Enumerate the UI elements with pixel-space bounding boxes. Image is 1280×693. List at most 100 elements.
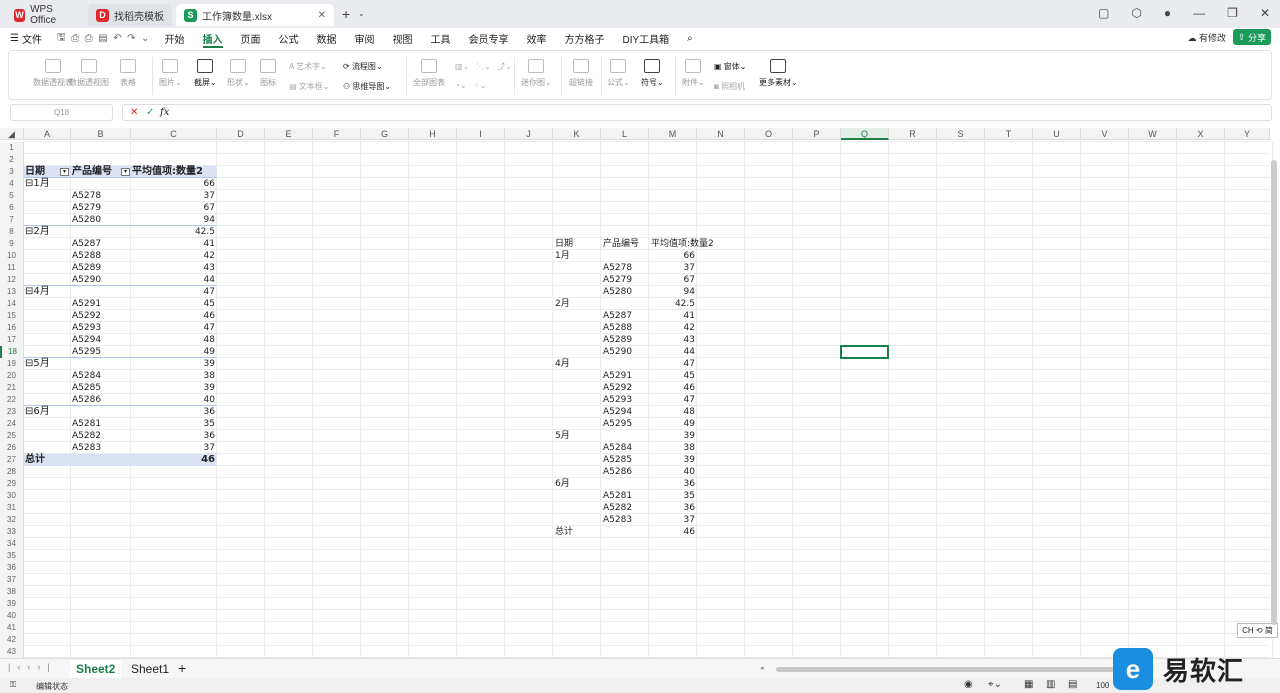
textbox-button[interactable]: ▤ 文本框⌄ — [289, 81, 329, 92]
column-header-n[interactable]: N — [697, 128, 745, 140]
row-header[interactable]: 24 — [0, 418, 24, 430]
cube-icon[interactable]: ⬡ — [1131, 6, 1141, 20]
filter-dropdown-icon[interactable]: ▾ — [60, 168, 69, 176]
column-header-g[interactable]: G — [361, 128, 409, 140]
pie-chart-icon[interactable]: ◔⌄ ⁘⌄ — [455, 81, 487, 90]
column-header-a[interactable]: A — [24, 128, 71, 140]
row-header[interactable]: 30 — [0, 490, 24, 502]
row-header[interactable]: 14 — [0, 298, 24, 310]
scroll-left-icon[interactable]: ◂ — [760, 664, 764, 672]
file-menu[interactable]: ☰ 文件 — [0, 28, 51, 48]
menu-view[interactable]: 视图 — [384, 28, 422, 48]
row-header[interactable]: 37 — [0, 574, 24, 586]
row-header[interactable]: 26 — [0, 442, 24, 454]
menu-diy-toolbox[interactable]: DIY工具箱 — [614, 28, 679, 48]
more-materials-button[interactable]: 更多素材⌄ — [759, 59, 798, 88]
column-header-e[interactable]: E — [265, 128, 313, 140]
row-header[interactable]: 43 — [0, 646, 24, 658]
menu-insert[interactable]: 插入 — [194, 28, 232, 48]
fx-icon[interactable]: fx — [160, 107, 169, 118]
select-all-corner[interactable]: ◢ — [0, 128, 24, 140]
tab-docer-template[interactable]: D 找稻壳模板 — [88, 4, 172, 26]
minimize-icon[interactable]: — — [1193, 6, 1205, 20]
row-header[interactable]: 4 — [0, 178, 24, 190]
hyperlink-button[interactable]: 超链接 — [569, 59, 593, 88]
column-header-o[interactable]: O — [745, 128, 793, 140]
print-preview-icon[interactable]: ▤ — [98, 33, 107, 44]
table-button[interactable]: 表格 — [120, 59, 136, 88]
page-layout-icon[interactable]: ▥ — [1046, 679, 1055, 690]
menu-tools[interactable]: 工具 — [422, 28, 460, 48]
icon-button[interactable]: 图标 — [260, 59, 276, 88]
sheet-tab-sheet1[interactable]: Sheet1 — [125, 660, 175, 678]
attachment-button[interactable]: 附件⌄ — [682, 59, 705, 88]
column-header-h[interactable]: H — [409, 128, 457, 140]
undo-icon[interactable]: ↶ — [113, 33, 121, 44]
tab-wps-office[interactable]: W WPS Office — [6, 4, 82, 26]
form-button[interactable]: ▣ 窗体⌄ — [714, 61, 746, 72]
row-header[interactable]: 27 — [0, 454, 24, 466]
cancel-icon[interactable]: ✕ — [130, 107, 138, 118]
new-tab-button[interactable]: + — [342, 6, 350, 22]
search-icon[interactable]: ⌕ — [678, 28, 702, 48]
column-header-v[interactable]: V — [1081, 128, 1129, 140]
column-header-b[interactable]: B — [71, 128, 131, 140]
row-header[interactable]: 22 — [0, 394, 24, 406]
add-sheet-button[interactable]: + — [178, 660, 186, 676]
sheet-nav-arrows-icon[interactable]: |‹‹›| — [8, 662, 57, 672]
row-header[interactable]: 39 — [0, 598, 24, 610]
vertical-scrollbar[interactable] — [1271, 148, 1277, 625]
menu-home[interactable]: 开始 — [156, 28, 194, 48]
row-header[interactable]: 34 — [0, 538, 24, 550]
menu-review[interactable]: 审阅 — [346, 28, 384, 48]
export-pdf-icon[interactable]: ⎙ — [71, 33, 79, 44]
sheet-tab-sheet2[interactable]: Sheet2 — [70, 660, 122, 678]
menu-data[interactable]: 数据 — [308, 28, 346, 48]
column-header-q[interactable]: Q — [841, 128, 889, 140]
avatar[interactable]: ● — [1164, 6, 1171, 20]
maximize-icon[interactable]: ❐ — [1227, 6, 1238, 20]
row-header[interactable]: 33 — [0, 526, 24, 538]
selected-cell[interactable] — [840, 345, 889, 359]
column-header-w[interactable]: W — [1129, 128, 1177, 140]
column-header-i[interactable]: I — [457, 128, 505, 140]
focus-mode-icon[interactable]: ⌖⌄ — [988, 679, 1002, 690]
column-header-x[interactable]: X — [1177, 128, 1225, 140]
row-header[interactable]: 11 — [0, 262, 24, 274]
row-header[interactable]: 20 — [0, 370, 24, 382]
column-chart-icon[interactable]: ▥⌄ ⋱⌄ ⤴⌄ — [455, 61, 512, 72]
close-icon[interactable]: ✕ — [318, 10, 326, 21]
column-header-m[interactable]: M — [649, 128, 697, 140]
row-header[interactable]: 25 — [0, 430, 24, 442]
row-header[interactable]: 29 — [0, 478, 24, 490]
column-header-j[interactable]: J — [505, 128, 553, 140]
column-header-r[interactable]: R — [889, 128, 937, 140]
row-header[interactable]: 31 — [0, 502, 24, 514]
row-header[interactable]: 15 — [0, 310, 24, 322]
row-header[interactable]: 6 — [0, 202, 24, 214]
row-header[interactable]: 18 — [0, 346, 24, 358]
chevron-down-icon[interactable]: ⌄ — [358, 9, 365, 18]
print-icon[interactable]: ⎙ — [85, 33, 93, 44]
row-header[interactable]: 36 — [0, 562, 24, 574]
menu-efficiency[interactable]: 效率 — [518, 28, 556, 48]
column-header-k[interactable]: K — [553, 128, 601, 140]
art-text-button[interactable]: A 艺术字⌄ — [289, 61, 327, 72]
scrollbar-thumb[interactable] — [1271, 160, 1277, 625]
pivot-group-label[interactable]: ⊟4月 — [25, 286, 50, 298]
normal-view-icon[interactable]: ▦ — [1024, 679, 1033, 690]
column-header-p[interactable]: P — [793, 128, 841, 140]
row-header[interactable]: 28 — [0, 466, 24, 478]
eye-protection-icon[interactable]: ◉ — [964, 679, 973, 690]
column-header-t[interactable]: T — [985, 128, 1033, 140]
all-charts-button[interactable]: 全部图表 — [413, 59, 445, 88]
screenshot-button[interactable]: 截屏⌄ — [194, 59, 217, 88]
menu-page[interactable]: 页面 — [232, 28, 270, 48]
row-header[interactable]: 23 — [0, 406, 24, 418]
column-header-s[interactable]: S — [937, 128, 985, 140]
flowchart-button[interactable]: ⟳ 流程图⌄ — [343, 61, 383, 72]
row-header[interactable]: 5 — [0, 190, 24, 202]
row-header[interactable]: 7 — [0, 214, 24, 226]
close-window-icon[interactable]: ✕ — [1260, 6, 1270, 20]
mindmap-button[interactable]: ⚇ 思维导图⌄ — [343, 81, 391, 92]
